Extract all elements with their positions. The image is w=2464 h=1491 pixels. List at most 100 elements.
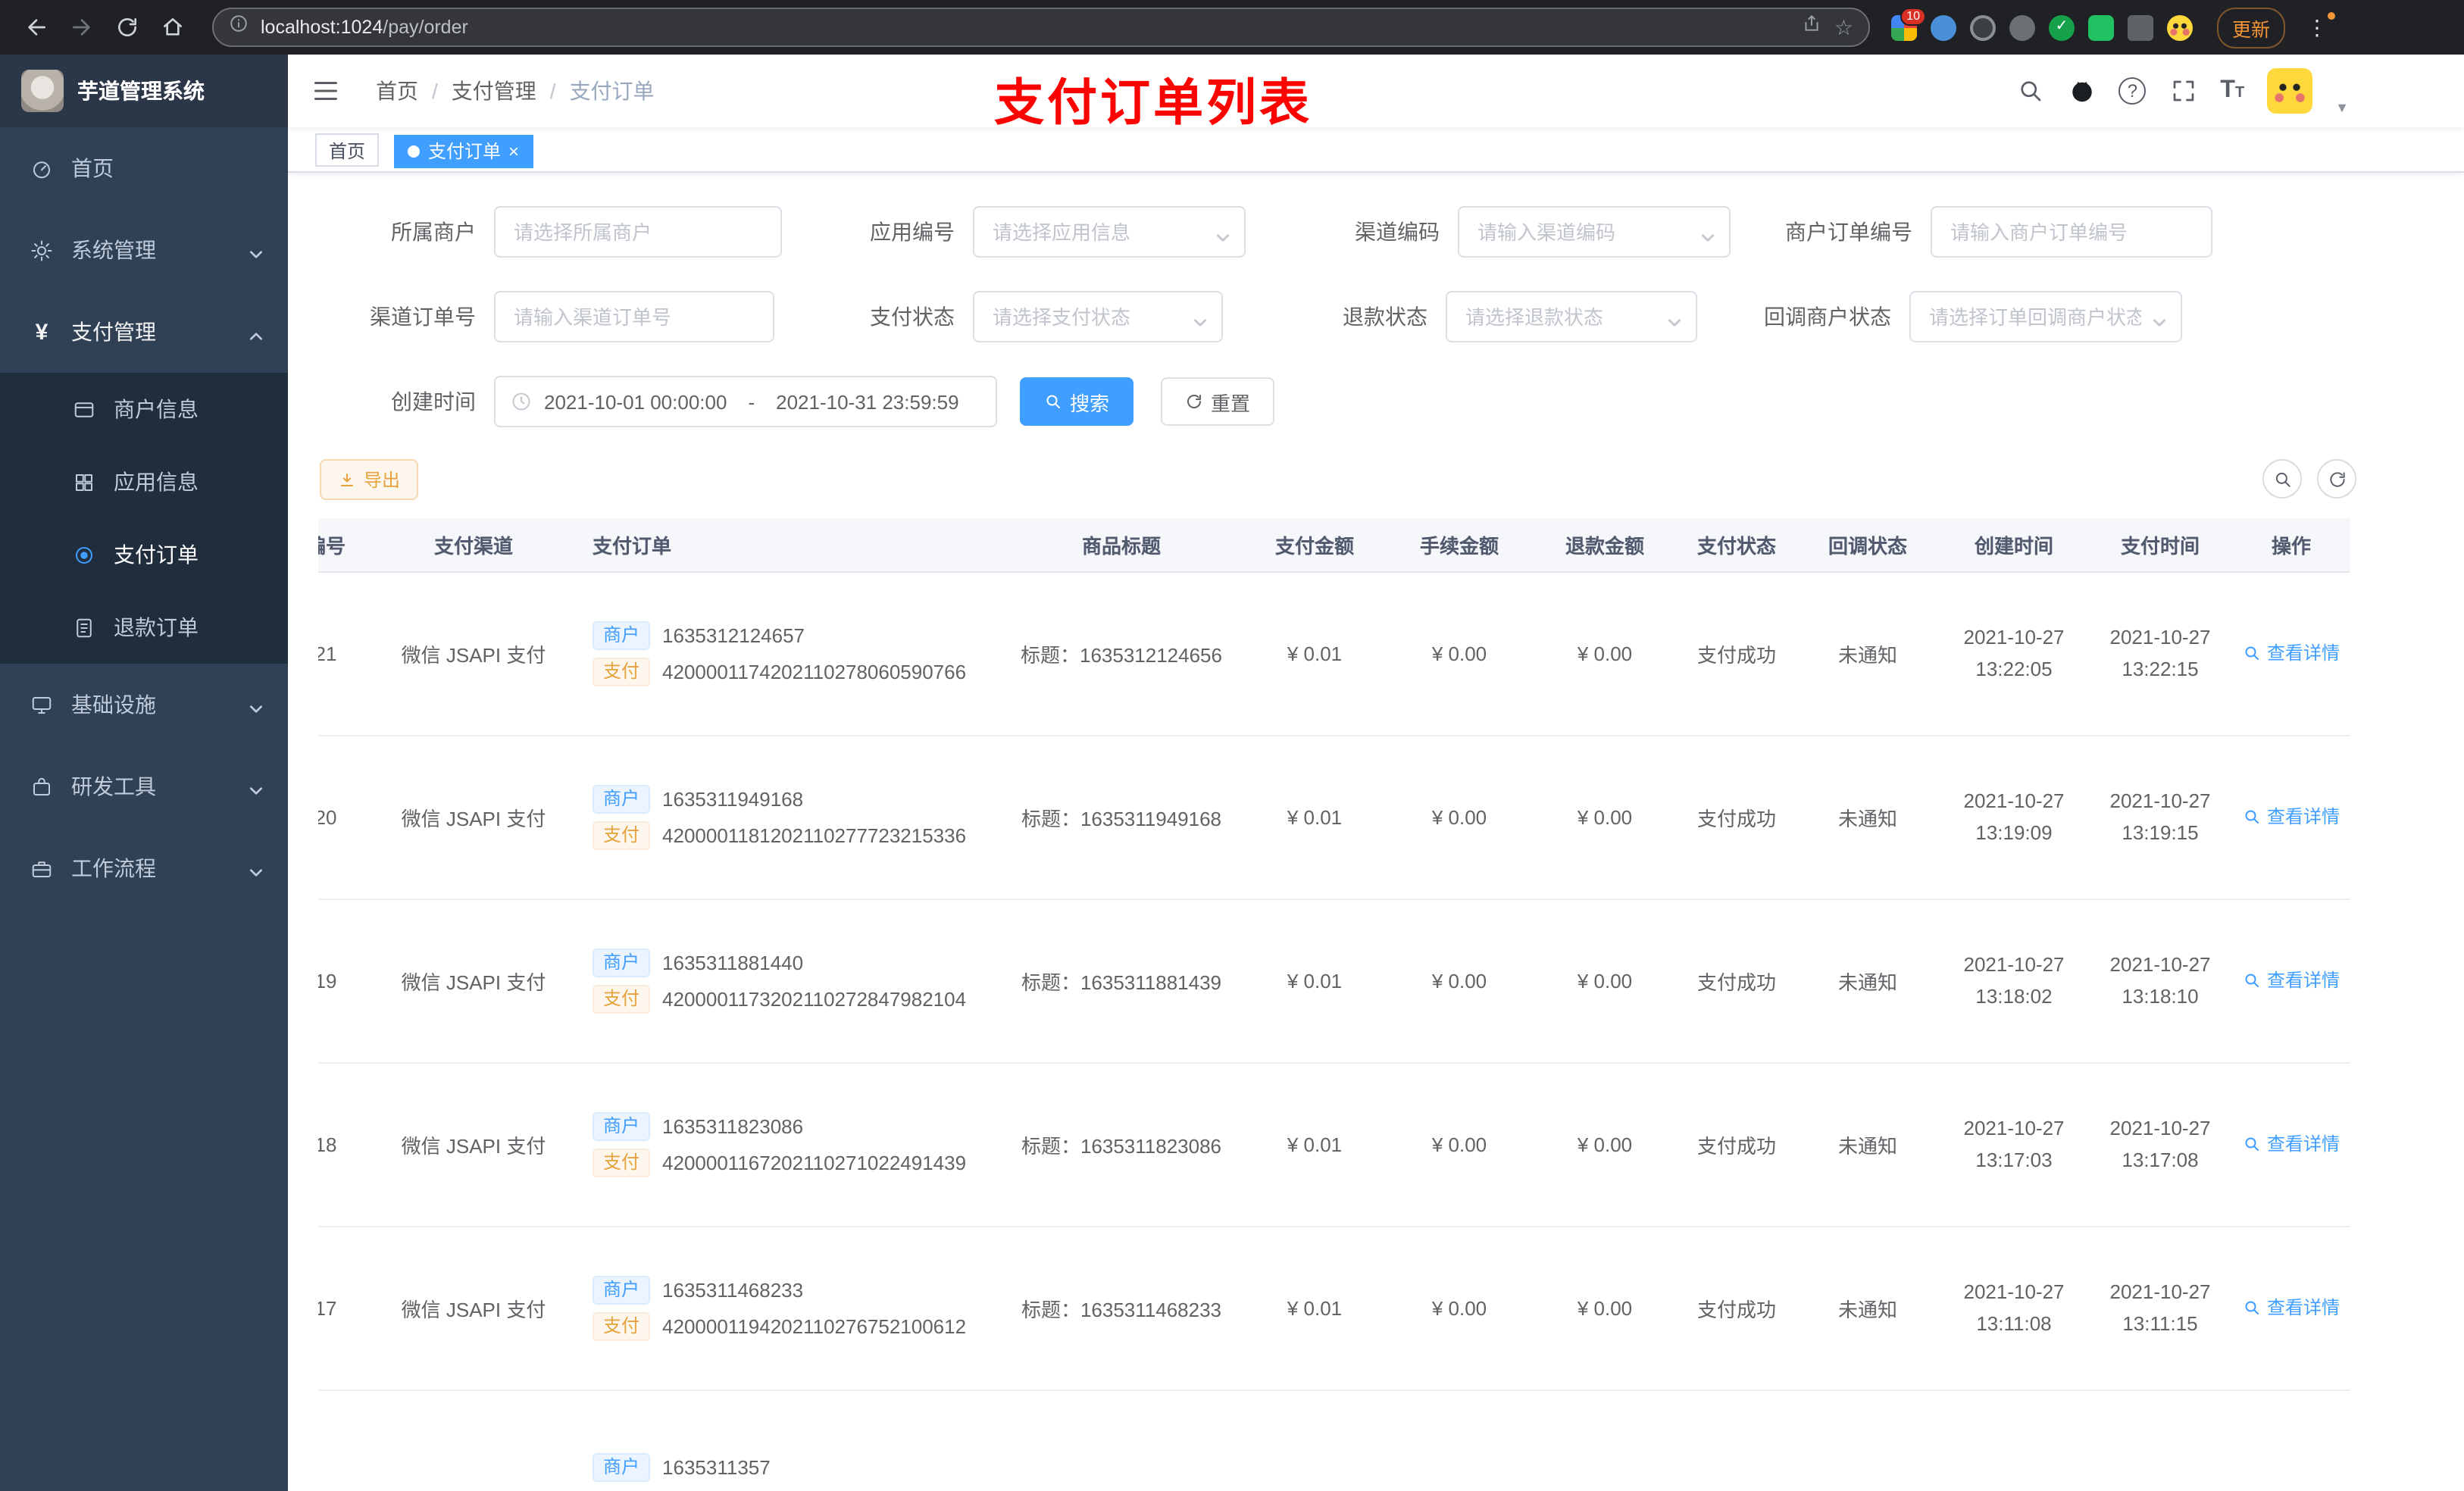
cell-status: 支付成功: [1678, 1226, 1796, 1390]
magnifier-icon: [2245, 1301, 2259, 1314]
cell-title: 标题：1635311881439: [1000, 899, 1243, 1063]
refresh-icon: [1187, 395, 1201, 408]
help-icon[interactable]: ?: [2118, 77, 2147, 105]
date-start[interactable]: 2021-10-01 00:00:00: [544, 390, 727, 413]
cell-status: 支付成功: [1678, 1062, 1796, 1227]
view-detail-link[interactable]: 查看详情: [2243, 1295, 2340, 1321]
reset-button[interactable]: 重置: [1161, 377, 1275, 426]
browser-forward-button[interactable]: [61, 6, 103, 48]
merchant-tag: 商户: [593, 1111, 651, 1140]
chevron-up-icon: [249, 324, 264, 340]
breadcrumb-item-current: 支付订单: [569, 79, 655, 103]
cell-fee: [1387, 1389, 1532, 1491]
table-refresh-icon-button[interactable]: [2317, 459, 2356, 499]
bookmark-star-icon[interactable]: ☆: [1834, 17, 1853, 38]
cell-amount: ¥ 0.01: [1243, 899, 1387, 1063]
cell-notify: [1796, 1389, 1940, 1491]
cell-pay-order: 商户 1635311357: [583, 1389, 1000, 1491]
sidebar-item-workflow[interactable]: 工作流程: [0, 827, 288, 909]
check-icon: ✓: [2055, 18, 2068, 35]
refund-status-select[interactable]: [1447, 292, 1696, 341]
user-avatar[interactable]: [2267, 68, 2313, 114]
pin-icon[interactable]: [2128, 14, 2153, 40]
tab-pay-order[interactable]: 支付订单 ×: [394, 134, 533, 167]
sidebar-item-system[interactable]: 系统管理: [0, 209, 288, 291]
fullscreen-icon[interactable]: [2169, 77, 2197, 105]
extension-icon-dark-ring[interactable]: [1970, 14, 1996, 40]
font-size-icon[interactable]: TT: [2220, 77, 2244, 105]
browser-home-button[interactable]: [152, 6, 194, 48]
notify-status-select[interactable]: [1911, 292, 2181, 341]
cell-amount: ¥ 0.01: [1243, 1226, 1387, 1390]
user-menu-caret-icon[interactable]: ▼: [2335, 100, 2349, 115]
close-icon[interactable]: ×: [508, 142, 519, 160]
breadcrumb-item[interactable]: 首页: [376, 76, 418, 106]
cell-actions: 查看详情: [2232, 735, 2350, 899]
search-button[interactable]: 搜索: [1020, 377, 1134, 426]
col-paid: 支付时间: [2088, 518, 2232, 572]
app-logo[interactable]: 芋道管理系统: [0, 55, 288, 127]
sidebar-collapse-icon[interactable]: [312, 77, 339, 105]
sidebar-item-infra[interactable]: 基础设施: [0, 664, 288, 746]
filter-refund-status: 退款状态: [1300, 291, 1697, 342]
view-detail-link[interactable]: 查看详情: [2243, 967, 2340, 993]
extension-icon-blue[interactable]: [1931, 14, 1956, 40]
browser-update-button[interactable]: 更新: [2217, 7, 2286, 48]
profile-avatar-icon[interactable]: [2167, 14, 2193, 40]
filter-label: 退款状态: [1343, 305, 1427, 329]
cell-amount: ¥ 0.01: [1243, 571, 1387, 736]
url-text[interactable]: localhost:1024/pay/order: [261, 17, 468, 38]
filter-label: 渠道编码: [1355, 220, 1440, 244]
view-detail-link[interactable]: 查看详情: [2243, 1131, 2340, 1157]
browser-back-button[interactable]: [15, 6, 58, 48]
extension-icon-gray[interactable]: [2009, 14, 2035, 40]
channel-order-no-input[interactable]: [496, 292, 773, 341]
cell-pay-order: 商户 1635311823086 支付 42000011672021102710…: [583, 1062, 1000, 1227]
sidebar-item-payment[interactable]: ¥ 支付管理: [0, 291, 288, 373]
toggle-search-icon-button[interactable]: [2262, 459, 2302, 499]
tags-view-bar: 首页 支付订单 ×: [288, 127, 2464, 173]
sidebar-item-merchant-info[interactable]: 商户信息: [0, 373, 288, 445]
cell-created: 2021-10-27 13:22:05: [1940, 571, 2088, 736]
extension-icon-colorful[interactable]: 10: [1891, 7, 1926, 40]
sidebar-item-refund-order[interactable]: 退款订单: [0, 591, 288, 664]
col-fee: 手续金额: [1387, 518, 1532, 572]
pay-no: 4200001173202110272847982104: [662, 987, 967, 1010]
document-icon: [77, 617, 92, 637]
breadcrumb-item[interactable]: 支付管理: [452, 76, 536, 106]
view-detail-link[interactable]: 查看详情: [2243, 640, 2340, 666]
site-info-icon[interactable]: [229, 14, 249, 41]
cell-refund: [1532, 1389, 1678, 1491]
filter-label: 支付状态: [870, 305, 955, 329]
export-button[interactable]: 导出: [320, 459, 419, 500]
cell-fee: ¥ 0.00: [1387, 899, 1532, 1063]
cell-channel: [364, 1389, 583, 1491]
date-range-picker[interactable]: 2021-10-01 00:00:00 - 2021-10-31 23:59:5…: [494, 376, 997, 427]
view-detail-link[interactable]: 查看详情: [2243, 804, 2340, 830]
browser-menu-icon[interactable]: ⋮: [2300, 11, 2336, 40]
chevron-down-icon: [249, 779, 264, 795]
date-end[interactable]: 2021-10-31 23:59:59: [776, 390, 958, 413]
cell-title: 标题：1635311823086: [1000, 1062, 1243, 1227]
github-icon[interactable]: [2067, 77, 2096, 105]
browser-reload-button[interactable]: [106, 6, 149, 48]
extension-icon-green-square[interactable]: [2088, 14, 2114, 40]
sidebar-item-dev-tools[interactable]: 研发工具: [0, 746, 288, 827]
extension-icon-green-check[interactable]: ✓: [2049, 14, 2075, 40]
share-icon[interactable]: [1803, 14, 1822, 41]
search-icon[interactable]: [2015, 77, 2044, 105]
sidebar-item-pay-order[interactable]: 支付订单: [0, 518, 288, 591]
merchant-input[interactable]: [496, 208, 780, 256]
app-no-select[interactable]: [974, 208, 1244, 256]
tab-home[interactable]: 首页: [315, 133, 380, 167]
merchant-order-no-input[interactable]: [1932, 208, 2211, 256]
cell-status: 支付成功: [1678, 735, 1796, 899]
pay-status-select[interactable]: [974, 292, 1221, 341]
channel-code-select[interactable]: [1459, 208, 1729, 256]
cell-id: 18: [318, 1062, 364, 1227]
address-bar[interactable]: localhost:1024/pay/order ☆: [212, 8, 1870, 47]
briefcase-icon: [32, 861, 52, 877]
sidebar-item-app-info[interactable]: 应用信息: [0, 445, 288, 518]
sidebar-item-home[interactable]: 首页: [0, 127, 288, 209]
magnifier-icon: [2245, 1137, 2259, 1151]
